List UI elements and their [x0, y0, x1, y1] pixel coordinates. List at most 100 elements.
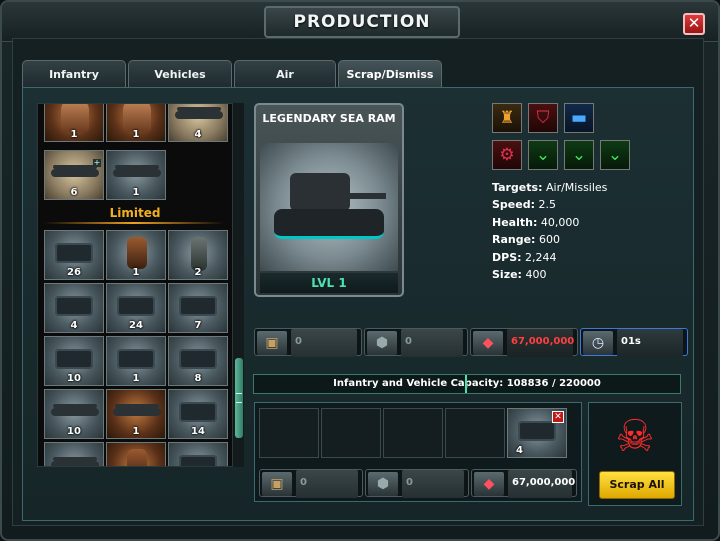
rank-chevron-icon: ⌄: [600, 140, 630, 170]
crystal-value: 67,000,000: [507, 329, 574, 357]
tank-icon: [179, 296, 217, 316]
stat-size: Size: 400: [492, 268, 547, 282]
close-button[interactable]: ✕: [683, 13, 705, 35]
crystal-cost: ◆ 67,000,000: [470, 328, 578, 357]
metal-icon: ⬢: [367, 331, 397, 355]
unit-count: 4: [194, 129, 202, 140]
turret-shape: [290, 173, 350, 211]
rank-chevron-icon: ⌄: [564, 140, 594, 170]
queue-slot[interactable]: [259, 408, 319, 458]
unit-tile[interactable]: 1: [44, 104, 104, 142]
unit-count: 1: [70, 129, 78, 140]
supplies-crate-icon: ▣: [262, 472, 292, 496]
tank-icon: [179, 455, 217, 466]
supplies-crate-icon: ▣: [257, 331, 287, 355]
unit-tile[interactable]: 1: [106, 104, 166, 142]
stat-speed: Speed: 2.5: [492, 198, 556, 212]
vehicle-icon: ▬: [564, 103, 594, 133]
unit-tile[interactable]: 4: [44, 283, 104, 333]
unit-tile[interactable]: [106, 442, 166, 466]
unit-count: 1: [132, 187, 140, 198]
queue-slot[interactable]: [321, 408, 381, 458]
unit-tile[interactable]: 1: [106, 389, 166, 439]
stat-targets: Targets: Air/Missiles: [492, 181, 608, 194]
tab-infantry[interactable]: Infantry: [22, 60, 126, 88]
tank-icon: [55, 349, 93, 369]
tank-icon: [518, 421, 556, 441]
unit-count: 1: [132, 426, 140, 437]
build-time-value: 01s: [617, 329, 683, 357]
mech-icon: [127, 237, 147, 269]
tab-scrap-dismiss[interactable]: Scrap/Dismiss: [338, 60, 442, 88]
rank-chevron-icon: ⌄: [528, 140, 558, 170]
scrap-queue: 4 ✕ ▣ 0 ⬢ 0 ◆ 67,000,000: [254, 402, 582, 502]
unit-count: 24: [129, 320, 143, 331]
queue-slot[interactable]: [445, 408, 505, 458]
unit-tile[interactable]: 1: [106, 150, 166, 200]
unit-tile[interactable]: 14: [168, 389, 228, 439]
unit-tile[interactable]: 2: [168, 230, 228, 280]
bomber-plane-icon: [113, 169, 161, 177]
unit-level: LVL 1: [260, 273, 398, 293]
window-title: PRODUCTION: [264, 6, 460, 38]
tank-icon: [117, 296, 155, 316]
capacity-bar: Infantry and Vehicle Capacity: 108836 / …: [253, 374, 681, 394]
tab-air[interactable]: Air: [234, 60, 336, 88]
supplies-value: 0: [291, 329, 357, 357]
unit-count: 1: [132, 129, 140, 140]
unit-list-scrollbar[interactable]: [232, 103, 244, 467]
unit-tile[interactable]: 10: [44, 336, 104, 386]
plus-icon: +: [93, 158, 101, 167]
unit-count: 1: [132, 267, 140, 278]
unit-artwork: [260, 143, 398, 271]
unit-tile[interactable]: 10: [44, 389, 104, 439]
mech-icon: [127, 449, 147, 466]
queue-crystal-value: 67,000,000: [508, 470, 575, 498]
metal-cost: ⬢ 0: [364, 328, 468, 357]
unit-tile[interactable]: 4: [168, 104, 228, 142]
scrap-all-button[interactable]: Scrap All: [599, 471, 675, 499]
jet-icon: [51, 408, 99, 416]
limited-section-label: Limited: [109, 206, 161, 220]
queue-supplies-value: 0: [296, 470, 358, 498]
crystal-icon: ◆: [473, 331, 503, 355]
metal-value: 0: [401, 329, 463, 357]
scrap-panel: ☠ Scrap All: [588, 402, 682, 506]
tower-icon: ♜: [492, 103, 522, 133]
commando-portrait-icon: [61, 104, 89, 132]
gear-icon: ⚙: [492, 140, 522, 170]
queue-metal: ⬢ 0: [365, 469, 469, 498]
unit-tile[interactable]: [168, 442, 228, 466]
unit-tile[interactable]: 1: [106, 336, 166, 386]
tab-vehicles[interactable]: Vehicles: [128, 60, 232, 88]
tank-icon: [179, 402, 217, 422]
unit-tile[interactable]: 8: [168, 336, 228, 386]
unit-count: 6: [70, 187, 78, 198]
supplies-cost: ▣ 0: [254, 328, 362, 357]
unit-tile[interactable]: 26: [44, 230, 104, 280]
unit-list[interactable]: 1 1 4 + 6 1 26 1 2 4 24 7 10 1 8 10 1 14: [37, 103, 233, 467]
soldier-icon: [191, 237, 207, 271]
unit-count: 7: [194, 320, 202, 331]
grip-icon: [236, 393, 242, 403]
stat-dps: DPS: 2,244: [492, 250, 557, 264]
unit-count: 4: [70, 320, 78, 331]
unit-tile[interactable]: 24: [106, 283, 166, 333]
queue-crystal: ◆ 67,000,000: [471, 469, 577, 498]
queue-slot[interactable]: [383, 408, 443, 458]
unit-count: 8: [194, 373, 202, 384]
capacity-label: Infantry and Vehicle Capacity: 108836 / …: [333, 378, 601, 389]
gunship-icon: [175, 111, 223, 119]
unit-name: LEGENDARY SEA RAM: [262, 112, 396, 125]
queue-metal-value: 0: [402, 470, 464, 498]
unit-tile[interactable]: [44, 442, 104, 466]
commando-portrait-icon: [123, 104, 151, 132]
unit-tile[interactable]: + 6: [44, 150, 104, 200]
unit-tile[interactable]: 1: [106, 230, 166, 280]
queued-unit[interactable]: 4 ✕: [507, 408, 567, 458]
remove-button[interactable]: ✕: [552, 411, 564, 423]
tank-icon: [55, 296, 93, 316]
unit-tile[interactable]: 7: [168, 283, 228, 333]
unit-count: 2: [194, 267, 202, 278]
queue-supplies: ▣ 0: [259, 469, 363, 498]
